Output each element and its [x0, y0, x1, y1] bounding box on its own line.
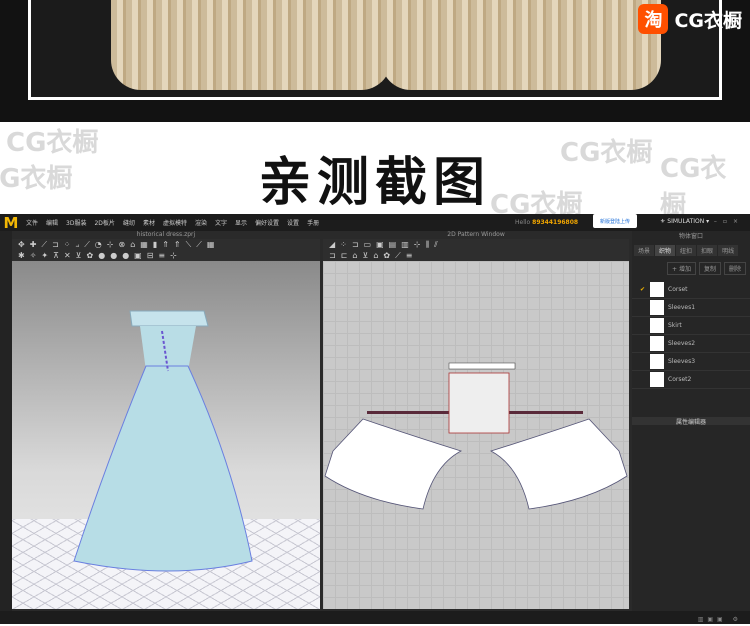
menu-bar: M 文件 编辑 3D服装 2D板片 缝纫 素材 虚拟模特 渲染 文字 显示 偏好设置 设置 手册 Hel… [0, 213, 750, 232]
3d-toolbar[interactable]: ✥✚⟋⊐⁘⟓⟋◔⊹⊗⌂▦▮⇑⇑⟍⟋▦ ✱✧✦⊼✕⊻✿●●●▣⊟≡⊹ [12, 239, 320, 261]
fabric-item[interactable]: Sleeves3 [632, 353, 750, 371]
window-controls[interactable]: –▫× [714, 218, 744, 225]
skirt-photo-left [111, 0, 391, 90]
object-tab[interactable]: 扣眼 [697, 245, 718, 256]
user-greeting: Hello 89344196808 [515, 219, 579, 226]
menu-item[interactable]: 手册 [307, 218, 319, 227]
menu-item[interactable]: 素材 [143, 218, 155, 227]
3d-viewport[interactable] [12, 261, 320, 609]
shop-badge: 淘 CG衣橱 [638, 4, 742, 34]
fabric-name: Skirt [668, 322, 682, 329]
skirt-photo-right [381, 0, 661, 90]
menu-item[interactable]: 3D服装 [66, 218, 86, 227]
2d-window-title: 2D Pattern Window [323, 231, 629, 239]
product-photo [28, 0, 722, 100]
page-title: 亲测截图 [258, 153, 491, 213]
fabric-name: Corset2 [668, 376, 692, 383]
fabric-name: Sleeves1 [668, 304, 696, 311]
menu-item[interactable]: 文件 [26, 218, 38, 227]
simulation-mode-dropdown[interactable]: ⚜ SIMULATION ▾ [660, 218, 709, 225]
fabric-swatch [650, 300, 664, 315]
property-editor-title: 属性编辑器 [632, 417, 750, 426]
menu-item[interactable]: 虚拟模特 [163, 218, 187, 227]
shop-name: CG衣橱 [674, 9, 742, 32]
fabric-item[interactable]: Sleeves1 [632, 299, 750, 317]
check-icon: ✔ [640, 286, 646, 293]
object-tab[interactable]: 明线 [718, 245, 739, 256]
menu-item[interactable]: 编辑 [46, 218, 58, 227]
object-browser-title: 物体窗口 [632, 231, 750, 240]
product-banner: 淘 CG衣橱 [0, 0, 750, 122]
2d-pattern-window: 2D Pattern Window ◢⁘⊐▭▣▤▥⊹⫼⫽ ⊐⊏⌂⊻⌂✿⟋≡ [323, 231, 629, 609]
3d-window-title: historical dress.zprj [12, 231, 320, 239]
2d-toolbar[interactable]: ◢⁘⊐▭▣▤▥⊹⫼⫽ ⊐⊏⌂⊻⌂✿⟋≡ [323, 239, 629, 261]
fabric-item[interactable]: Sleeves2 [632, 335, 750, 353]
3d-window: historical dress.zprj ✥✚⟋⊐⁘⟓⟋◔⊹⊗⌂▦▮⇑⇑⟍⟋▦… [12, 231, 320, 609]
upload-badge[interactable]: 新版登陆上传 [593, 214, 637, 228]
menu-item[interactable]: 渲染 [195, 218, 207, 227]
menu: 文件 编辑 3D服装 2D板片 缝纫 素材 虚拟模特 渲染 文字 显示 偏好设置 设置 手册 [22, 218, 323, 227]
object-tabs: 场景 织物 纽扣 扣眼 明线 [632, 239, 750, 256]
fabric-item[interactable]: Skirt [632, 317, 750, 335]
menu-item[interactable]: 偏好设置 [255, 218, 279, 227]
object-tab[interactable]: 纽扣 [676, 245, 697, 256]
fabric-swatch [650, 372, 664, 387]
fabric-item[interactable]: Corset2 [632, 371, 750, 389]
fabric-swatch [650, 318, 664, 333]
menu-item[interactable]: 缝纫 [123, 218, 135, 227]
delete-fabric-button[interactable]: 删除 [723, 262, 746, 275]
fabric-item[interactable]: ✔ Corset [632, 281, 750, 299]
left-toolstrip [0, 231, 12, 611]
fabric-name: Sleeves2 [668, 340, 696, 347]
app-logo: M [3, 213, 19, 232]
menu-item[interactable]: 文字 [215, 218, 227, 227]
taobao-icon: 淘 [638, 4, 669, 34]
pattern-pieces [324, 362, 628, 510]
fabric-name: Sleeves3 [668, 358, 696, 365]
copy-fabric-button[interactable]: 复制 [698, 262, 721, 275]
object-browser: 物体窗口 场景 织物 纽扣 扣眼 明线 + 增加 复制 删除 ✔ Corset Sleeve… [632, 231, 750, 611]
fabric-swatch [650, 354, 664, 369]
fabric-name: Corset [668, 286, 688, 293]
2d-viewport[interactable] [323, 261, 629, 609]
layout-buttons[interactable]: ▥▣▣ ⚙ [698, 613, 742, 626]
fabric-actions: + 增加 复制 删除 [632, 256, 750, 281]
menu-item[interactable]: 2D板片 [94, 218, 114, 227]
menu-item[interactable]: 设置 [287, 218, 299, 227]
fabric-swatch [650, 336, 664, 351]
avatar-dress [73, 310, 253, 572]
fabric-swatch [650, 282, 664, 297]
status-bar: ▥▣▣ ⚙ [0, 611, 750, 624]
fabric-list: ✔ Corset Sleeves1 Skirt Sleeves2 Sleeves3 Cors… [632, 281, 750, 389]
object-tab[interactable]: 织物 [655, 245, 676, 256]
marvelous-designer-window: M 文件 编辑 3D服装 2D板片 缝纫 素材 虚拟模特 渲染 文字 显示 偏好设置 设置 手册 Hel… [0, 214, 750, 624]
object-tab[interactable]: 场景 [634, 245, 655, 256]
menu-item[interactable]: 显示 [235, 218, 247, 227]
add-fabric-button[interactable]: + 增加 [667, 262, 696, 275]
